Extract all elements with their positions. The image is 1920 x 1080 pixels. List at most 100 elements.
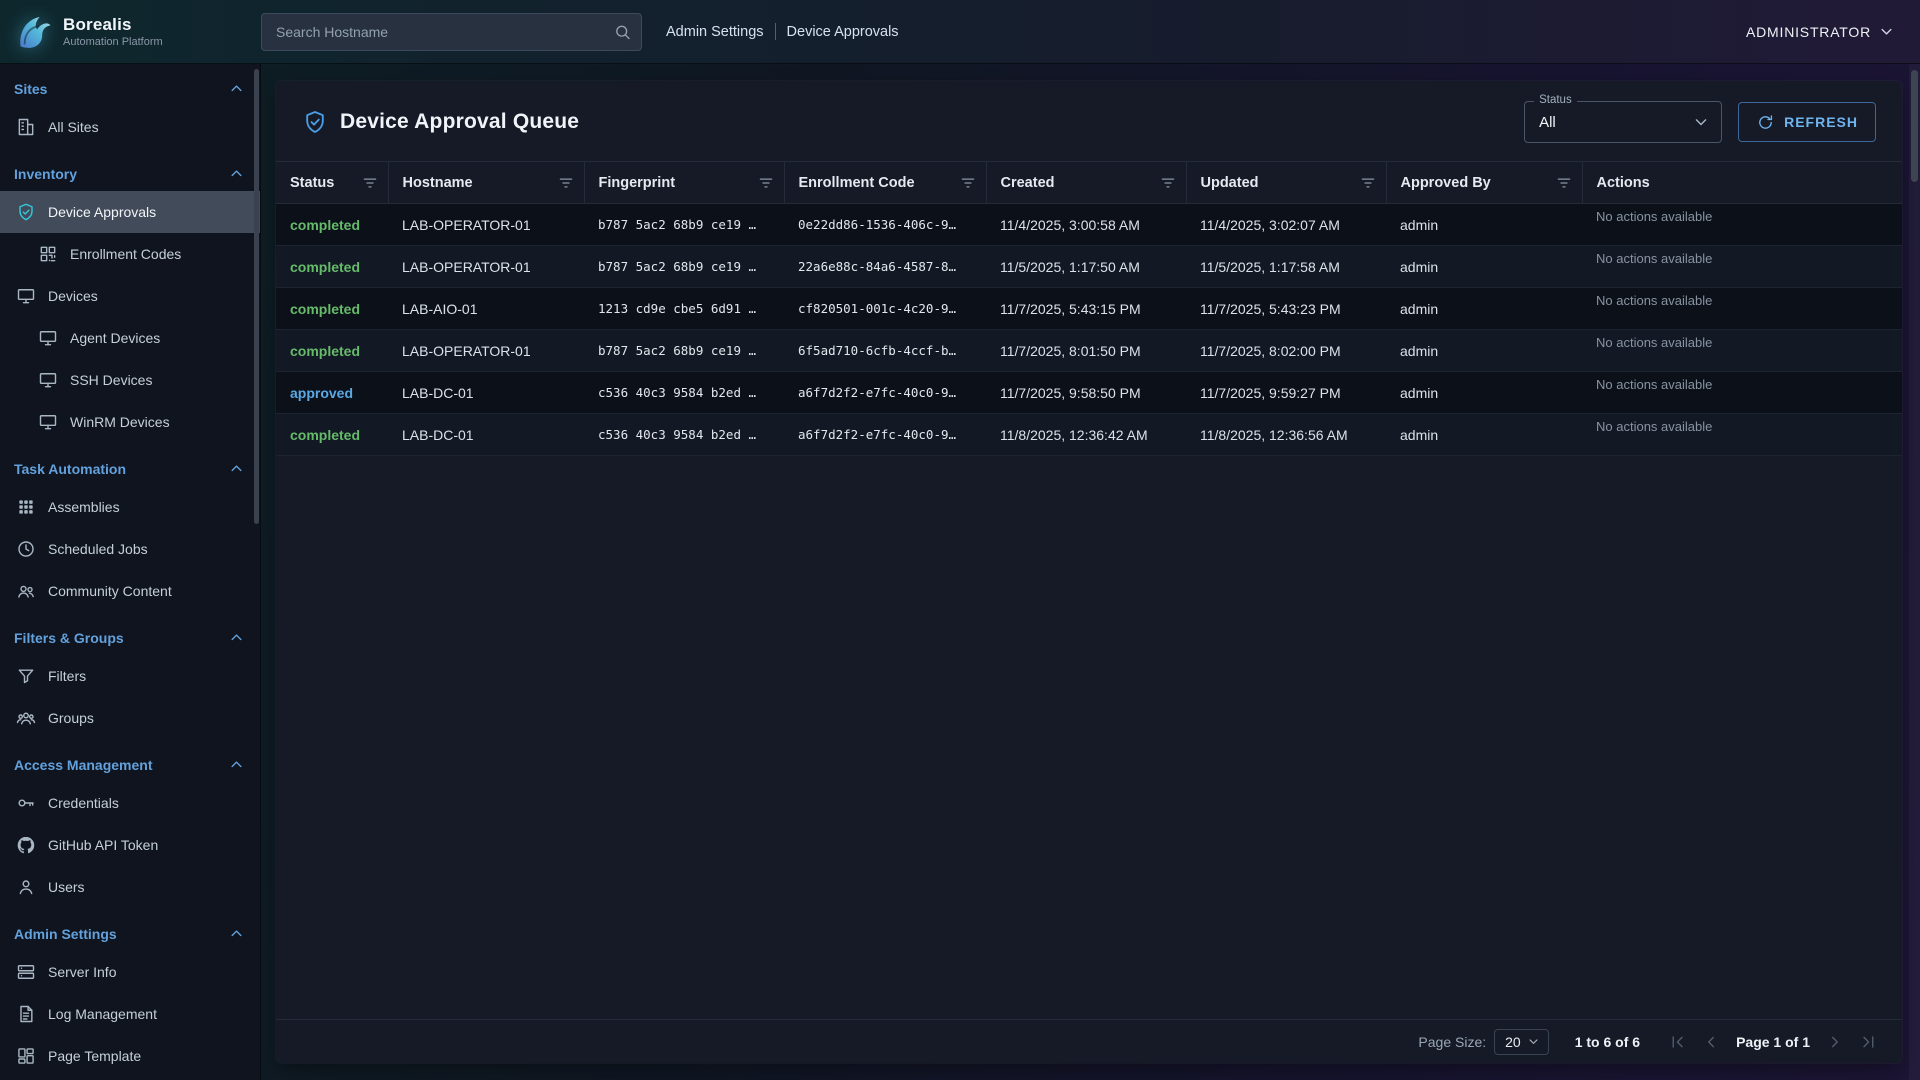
sidebar-section-admin-settings[interactable]: Admin Settings bbox=[0, 913, 260, 951]
column-header-approved-by[interactable]: Approved By bbox=[1386, 162, 1582, 204]
status-cell: completed bbox=[276, 246, 388, 288]
page-size-select[interactable]: 20 bbox=[1494, 1029, 1549, 1055]
sidebar-item-label: Scheduled Jobs bbox=[48, 541, 148, 557]
panel-spacer bbox=[276, 456, 1902, 1019]
approved-by-cell: admin bbox=[1386, 414, 1582, 456]
search-input[interactable] bbox=[261, 13, 642, 51]
refresh-button[interactable]: REFRESH bbox=[1738, 102, 1876, 142]
panel-header: Device Approval Queue Status All REFRESH bbox=[276, 81, 1902, 161]
fingerprint-cell: c536 40c3 9584 b2ed … bbox=[584, 414, 784, 456]
status-cell: approved bbox=[276, 372, 388, 414]
sidebar-item-ssh-devices[interactable]: SSH Devices bbox=[0, 359, 260, 401]
sidebar-item-label: Community Content bbox=[48, 583, 172, 599]
user-menu[interactable]: ADMINISTRATOR bbox=[1746, 22, 1920, 41]
breadcrumb-admin-settings[interactable]: Admin Settings bbox=[666, 24, 764, 40]
sidebar-item-scheduled-jobs[interactable]: Scheduled Jobs bbox=[0, 528, 260, 570]
sidebar-item-page-template[interactable]: Page Template bbox=[0, 1035, 260, 1077]
approved-by-cell: admin bbox=[1386, 288, 1582, 330]
sidebar-item-label: Log Management bbox=[48, 1006, 157, 1022]
status-cell: completed bbox=[276, 204, 388, 246]
chevron-up-icon bbox=[227, 164, 246, 183]
chevron-up-icon bbox=[227, 924, 246, 943]
last-page-button[interactable] bbox=[1854, 1027, 1884, 1057]
sidebar-item-label: Device Approvals bbox=[48, 204, 156, 220]
sidebar-item-agent-devices[interactable]: Agent Devices bbox=[0, 317, 260, 359]
sidebar-item-winrm-devices[interactable]: WinRM Devices bbox=[0, 401, 260, 443]
sidebar-item-assemblies[interactable]: Assemblies bbox=[0, 486, 260, 528]
column-header-fingerprint[interactable]: Fingerprint bbox=[584, 162, 784, 204]
approved-by-cell: admin bbox=[1386, 372, 1582, 414]
chevron-up-icon bbox=[227, 79, 246, 98]
sidebar-item-devices[interactable]: Devices bbox=[0, 275, 260, 317]
fingerprint-cell: 1213 cd9e cbe5 6d91 … bbox=[584, 288, 784, 330]
sidebar-item-label: Server Info bbox=[48, 964, 116, 980]
pagination-page-label: Page 1 of 1 bbox=[1736, 1034, 1810, 1050]
approved-by-cell: admin bbox=[1386, 330, 1582, 372]
sidebar-item-groups[interactable]: Groups bbox=[0, 697, 260, 739]
sidebar-scrollbar[interactable] bbox=[254, 69, 259, 524]
prev-page-button[interactable] bbox=[1696, 1027, 1726, 1057]
sidebar-item-all-sites[interactable]: All Sites bbox=[0, 106, 260, 148]
filter-list-icon[interactable] bbox=[1359, 174, 1377, 192]
sidebar-section-task-automation[interactable]: Task Automation bbox=[0, 448, 260, 486]
column-header-created[interactable]: Created bbox=[986, 162, 1186, 204]
sidebar-item-filters[interactable]: Filters bbox=[0, 655, 260, 697]
column-header-status[interactable]: Status bbox=[276, 162, 388, 204]
sidebar-section-sites[interactable]: Sites bbox=[0, 68, 260, 106]
created-cell: 11/7/2025, 5:43:15 PM bbox=[986, 288, 1186, 330]
filter-list-icon[interactable] bbox=[557, 174, 575, 192]
sidebar-item-enrollment-codes[interactable]: Enrollment Codes bbox=[0, 233, 260, 275]
sidebar-item-log-management[interactable]: Log Management bbox=[0, 993, 260, 1035]
sidebar-item-server-info[interactable]: Server Info bbox=[0, 951, 260, 993]
page-size-label: Page Size: bbox=[1418, 1034, 1486, 1050]
sidebar-section-inventory[interactable]: Inventory bbox=[0, 153, 260, 191]
sidebar-section-label: Inventory bbox=[14, 166, 77, 182]
column-header-hostname[interactable]: Hostname bbox=[388, 162, 584, 204]
approved-by-cell: admin bbox=[1386, 204, 1582, 246]
sidebar-section-label: Task Automation bbox=[14, 461, 126, 477]
page-title-wrap: Device Approval Queue bbox=[302, 109, 579, 135]
groups-icon bbox=[16, 708, 36, 728]
breadcrumb-device-approvals[interactable]: Device Approvals bbox=[787, 24, 899, 40]
filter-list-icon[interactable] bbox=[1159, 174, 1177, 192]
status-filter-select[interactable]: Status All bbox=[1524, 101, 1722, 143]
sidebar-item-device-approvals[interactable]: Device Approvals bbox=[0, 191, 260, 233]
filter-list-icon[interactable] bbox=[757, 174, 775, 192]
filter-list-icon[interactable] bbox=[959, 174, 977, 192]
hostname-cell: LAB-DC-01 bbox=[388, 372, 584, 414]
table-row[interactable]: approvedLAB-DC-01c536 40c3 9584 b2ed …a6… bbox=[276, 372, 1902, 414]
sidebar-section-filters-groups[interactable]: Filters & Groups bbox=[0, 617, 260, 655]
sidebar-section-access-management[interactable]: Access Management bbox=[0, 744, 260, 782]
column-header-updated[interactable]: Updated bbox=[1186, 162, 1386, 204]
people-icon bbox=[16, 581, 36, 601]
sidebar-item-community-content[interactable]: Community Content bbox=[0, 570, 260, 612]
brand-text: Borealis Automation Platform bbox=[63, 15, 163, 48]
sidebar-item-label: Devices bbox=[48, 288, 98, 304]
sidebar-item-credentials[interactable]: Credentials bbox=[0, 782, 260, 824]
column-header-actions[interactable]: Actions bbox=[1582, 162, 1902, 204]
table-row[interactable]: completedLAB-DC-01c536 40c3 9584 b2ed …a… bbox=[276, 414, 1902, 456]
filter-list-icon[interactable] bbox=[361, 174, 379, 192]
sidebar-item-github-api-token[interactable]: GitHub API Token bbox=[0, 824, 260, 866]
first-page-button[interactable] bbox=[1662, 1027, 1692, 1057]
next-page-icon bbox=[1825, 1032, 1845, 1052]
last-page-icon bbox=[1859, 1032, 1879, 1052]
next-page-button[interactable] bbox=[1820, 1027, 1850, 1057]
column-header-enrollment-code[interactable]: Enrollment Code bbox=[784, 162, 986, 204]
apartment-icon bbox=[16, 117, 36, 137]
chevron-up-icon bbox=[227, 459, 246, 478]
breadcrumb: Admin Settings Device Approvals bbox=[666, 23, 899, 40]
filter-list-icon[interactable] bbox=[1555, 174, 1573, 192]
table-row[interactable]: completedLAB-OPERATOR-01b787 5ac2 68b9 c… bbox=[276, 204, 1902, 246]
sidebar-item-users[interactable]: Users bbox=[0, 866, 260, 908]
table-row[interactable]: completedLAB-OPERATOR-01b787 5ac2 68b9 c… bbox=[276, 246, 1902, 288]
table-row[interactable]: completedLAB-OPERATOR-01b787 5ac2 68b9 c… bbox=[276, 330, 1902, 372]
approval-table: StatusHostnameFingerprintEnrollment Code… bbox=[276, 161, 1902, 456]
layout-icon bbox=[16, 1046, 36, 1066]
created-cell: 11/5/2025, 1:17:50 AM bbox=[986, 246, 1186, 288]
table-row[interactable]: completedLAB-AIO-011213 cd9e cbe5 6d91 …… bbox=[276, 288, 1902, 330]
pagination-nav: Page 1 of 1 bbox=[1660, 1027, 1886, 1057]
page-scrollbar[interactable] bbox=[1911, 70, 1918, 182]
page-size-value: 20 bbox=[1505, 1034, 1521, 1050]
pagination-bar: Page Size: 20 1 to 6 of 6 Page 1 of 1 bbox=[276, 1019, 1902, 1063]
